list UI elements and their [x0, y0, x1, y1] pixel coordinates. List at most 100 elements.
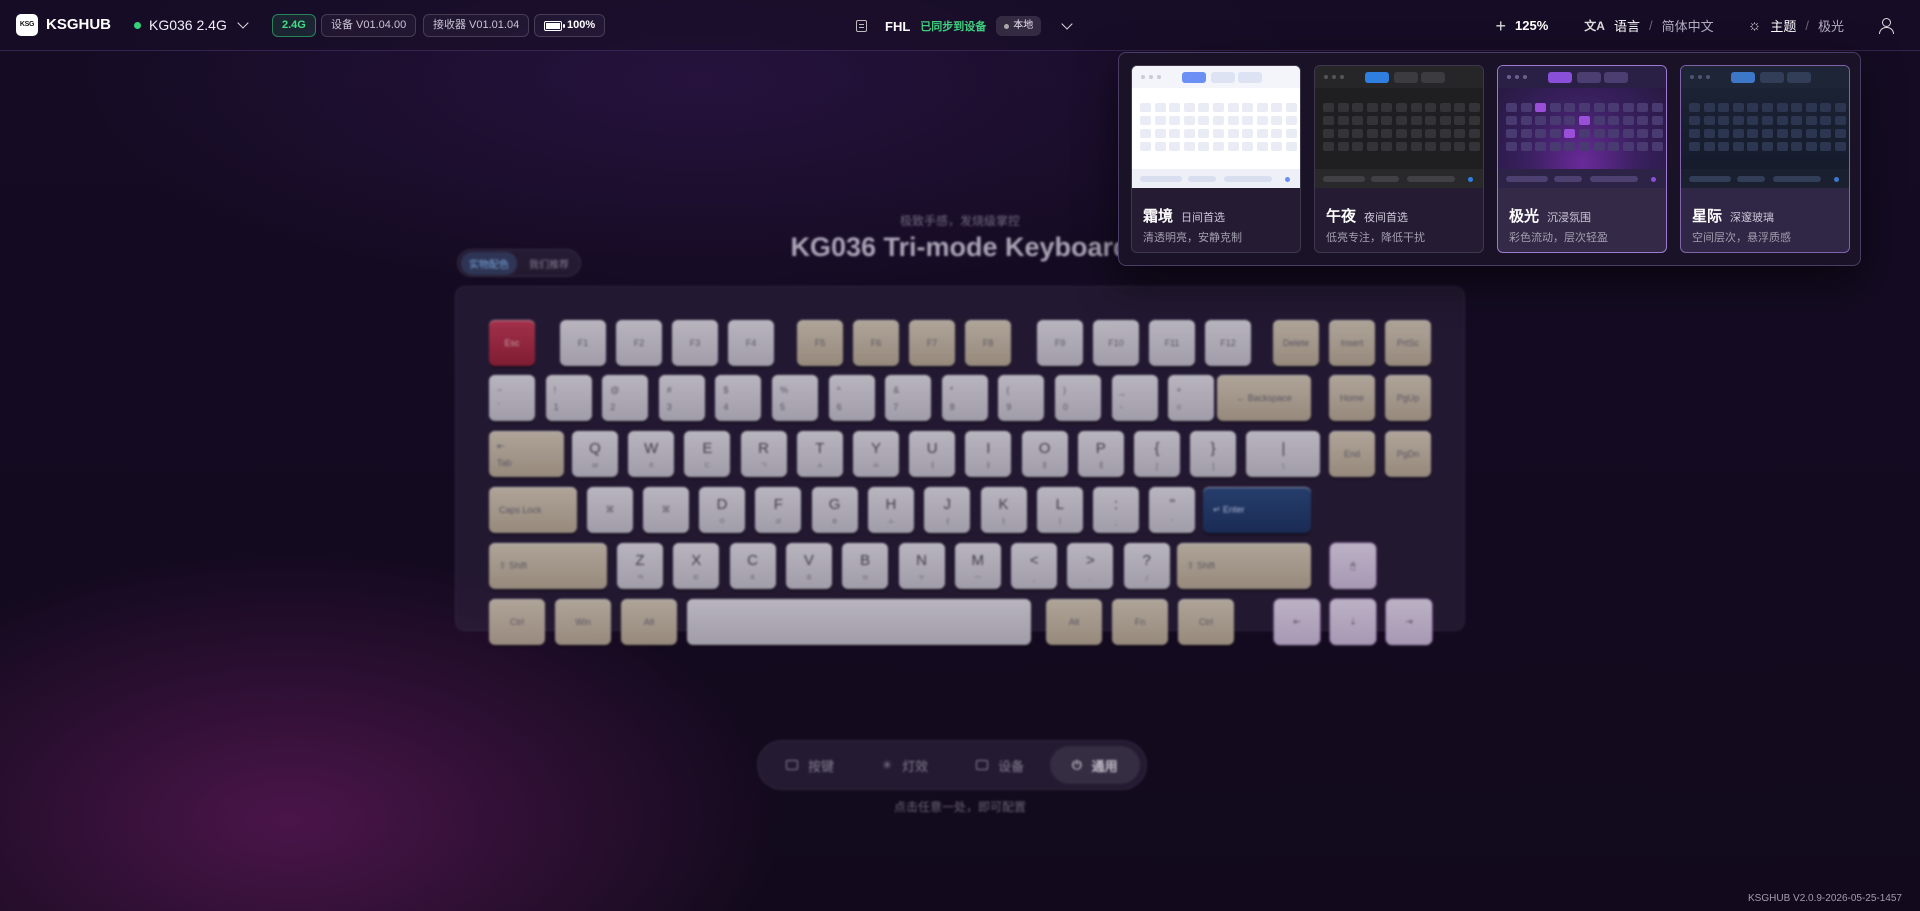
key-<[interactable]: <, [1011, 543, 1058, 589]
theme-card-0[interactable]: 霜境 日间首选 清透明亮，安静克制 [1131, 65, 1301, 253]
key-{[interactable]: {[ [1134, 431, 1180, 477]
key-mouse[interactable]: 🖱 [1330, 543, 1376, 589]
key-number-1[interactable]: ! 1 [545, 375, 592, 421]
key-right-alt[interactable]: Alt [1046, 599, 1102, 645]
key-end[interactable]: End [1329, 431, 1375, 477]
key-number-6[interactable]: ^ 6 [828, 375, 875, 421]
key-f7[interactable]: F7 [909, 320, 955, 366]
key-win[interactable]: Win [555, 599, 611, 645]
key-Y[interactable]: Yㅛ [853, 431, 899, 477]
key-number-9[interactable]: (9 [998, 375, 1045, 421]
zoom-control[interactable]: + 125% [1496, 17, 1549, 35]
key-left-ctrl[interactable]: Ctrl [489, 599, 545, 645]
chevron-down-icon[interactable] [1061, 18, 1073, 30]
key-V[interactable]: Vㅍ [785, 543, 832, 589]
key-7[interactable]: :; [1093, 487, 1140, 533]
key-E[interactable]: Eㄷ [684, 431, 731, 477]
key-Q[interactable]: Qㅂ [572, 431, 618, 477]
key-f10[interactable]: F10 [1093, 320, 1139, 366]
nav-lighting[interactable]: ✳ 灯效 [860, 746, 950, 784]
key-mouse-middle[interactable]: ⇣ [1330, 599, 1376, 645]
mode-option-recommended[interactable]: 我们推荐 [521, 252, 577, 275]
key-macro-1[interactable]: ⌘ [587, 487, 633, 533]
key-number-2[interactable]: @2 [602, 375, 649, 421]
theme-menu[interactable]: ☼ 主题 / 极光 [1748, 16, 1844, 35]
key-fn[interactable]: Fn [1112, 599, 1168, 645]
key-right-shift[interactable]: ⇧ Shift [1177, 543, 1311, 589]
account-button[interactable] [1878, 17, 1894, 34]
key-f11[interactable]: F11 [1149, 320, 1195, 366]
key-macro-2[interactable]: ⌘ [643, 487, 689, 533]
key-B[interactable]: Bㅠ [842, 543, 889, 589]
key-delete[interactable]: Delete [1273, 320, 1319, 366]
key-f5[interactable]: F5 [797, 320, 843, 366]
key-f4[interactable]: F4 [728, 320, 774, 366]
key-caps-lock[interactable]: Caps Lock [489, 487, 577, 533]
profile-selector[interactable]: FHL 已同步到设备 本地 [856, 14, 1073, 38]
key-prtsc[interactable]: PrtSc [1385, 320, 1431, 366]
key-2[interactable]: Gㅎ [811, 487, 858, 533]
key-pgup[interactable]: PgUp [1385, 375, 1431, 421]
key-number-11[interactable]: _ - [1111, 375, 1158, 421]
key-number-3[interactable]: #3 [658, 375, 705, 421]
key-f6[interactable]: F6 [853, 320, 899, 366]
mode-option-real[interactable]: 实物配色 [461, 251, 517, 275]
key-C[interactable]: Cㅊ [729, 543, 776, 589]
key-X[interactable]: Xㅌ [673, 543, 720, 589]
key-f2[interactable]: F2 [616, 320, 662, 366]
key-T[interactable]: Tㅅ [796, 431, 843, 477]
key-?[interactable]: ? / [1123, 543, 1170, 589]
key-number-10[interactable]: ) 0 [1055, 375, 1101, 421]
key-N[interactable]: Nㅜ [898, 543, 945, 589]
key-P[interactable]: Pㅔ [1077, 431, 1124, 477]
key-mouse-right[interactable]: ⇥ [1386, 599, 1432, 645]
theme-card-1[interactable]: 午夜 夜间首选 低亮专注，降低干扰 [1314, 65, 1484, 253]
key-number-0[interactable]: ~ ` [489, 375, 535, 421]
key-left-alt[interactable]: Alt [621, 599, 677, 645]
key-I[interactable]: Iㅑ [965, 431, 1012, 477]
key-M[interactable]: Mㅡ [954, 543, 1001, 589]
language-menu[interactable]: 文A 语言 / 简体中文 [1584, 16, 1713, 35]
key-home[interactable]: Home [1329, 375, 1375, 421]
theme-card-2[interactable]: 极光 沉浸氛围 彩色流动，层次轻盈 [1497, 65, 1667, 253]
nav-general[interactable]: ⏻ 通用 [1050, 746, 1140, 784]
key-8[interactable]: " ' [1149, 487, 1196, 533]
key-4[interactable]: Jㅓ [924, 487, 971, 533]
key-1[interactable]: Fㄹ [755, 487, 802, 533]
key-|[interactable]: | \ [1246, 431, 1321, 477]
key-0[interactable]: Dㅇ [699, 487, 745, 533]
device-selector[interactable]: KG036 2.4G [134, 12, 249, 38]
key-mouse-left[interactable]: ⇤ [1274, 599, 1320, 645]
key-O[interactable]: Oㅐ [1021, 431, 1068, 477]
nav-device[interactable]: 设备 [954, 746, 1046, 784]
key-number-4[interactable]: $4 [715, 375, 762, 421]
key->[interactable]: >. [1067, 543, 1114, 589]
key-backspace[interactable]: ← Backspace [1217, 375, 1311, 421]
key-number-8[interactable]: * 8 [941, 375, 988, 421]
nav-keys[interactable]: 按键 [764, 746, 856, 784]
key-number-7[interactable]: & 7 [885, 375, 932, 421]
key-space[interactable] [687, 599, 1031, 645]
key-f9[interactable]: F9 [1037, 320, 1083, 366]
key-f1[interactable]: F1 [560, 320, 606, 366]
key-right-ctrl[interactable]: Ctrl [1178, 599, 1234, 645]
key-pgdn[interactable]: PgDn [1385, 431, 1431, 477]
theme-card-3[interactable]: 星际 深邃玻璃 空间层次，悬浮质感 [1680, 65, 1850, 253]
key-}[interactable]: }] [1190, 431, 1237, 477]
key-f12[interactable]: F12 [1205, 320, 1251, 366]
key-U[interactable]: Uㅕ [909, 431, 956, 477]
key-enter[interactable]: ↵ Enter [1203, 487, 1311, 533]
key-R[interactable]: Rㄱ [740, 431, 787, 477]
key-6[interactable]: Lㅣ [1036, 487, 1083, 533]
key-number-12[interactable]: + = [1168, 375, 1215, 421]
key-3[interactable]: Hㅗ [867, 487, 914, 533]
key-tab[interactable]: ⇤ Tab [489, 431, 564, 477]
key-left-shift[interactable]: ⇧ Shift [489, 543, 607, 589]
key-Z[interactable]: Zㅋ [617, 543, 663, 589]
key-W[interactable]: Wㅈ [628, 431, 675, 477]
key-f8[interactable]: F8 [965, 320, 1011, 366]
key-esc[interactable]: Esc [489, 320, 535, 366]
key-number-5[interactable]: % 5 [772, 375, 818, 421]
color-mode-toggle[interactable]: 实物配色 我们推荐 [457, 249, 581, 277]
key-f3[interactable]: F3 [672, 320, 718, 366]
